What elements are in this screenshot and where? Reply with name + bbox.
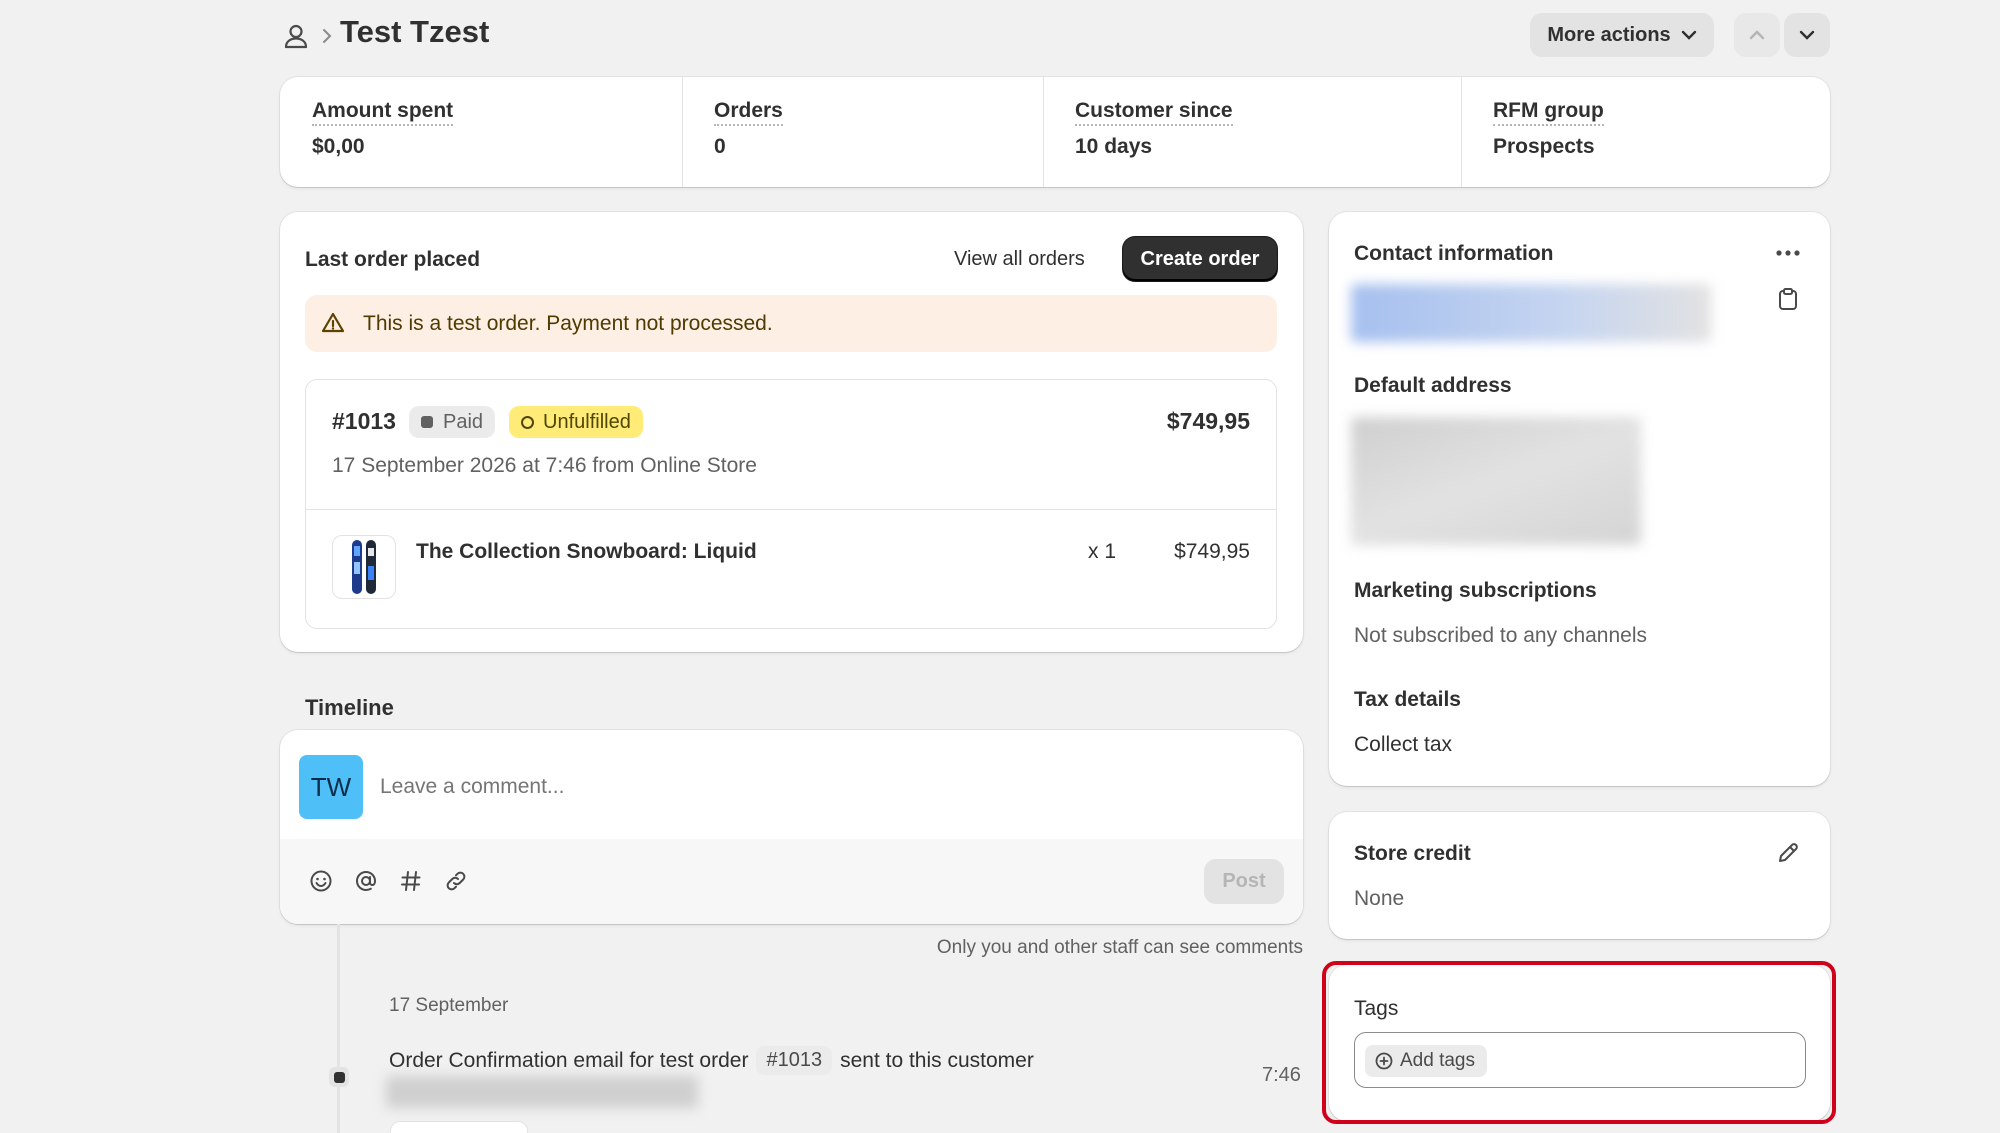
order-total: $749,95 <box>1166 408 1250 434</box>
divider <box>306 509 1276 510</box>
chevron-up-icon <box>1749 30 1765 40</box>
stat-value: Prospects <box>1493 135 1595 158</box>
avatar: TW <box>299 755 363 819</box>
more-options-icon[interactable] <box>1773 238 1803 268</box>
event-text-suffix: sent to this customer <box>840 1048 1034 1072</box>
stat-label[interactable]: Orders <box>714 99 783 126</box>
emoji-icon[interactable] <box>306 866 336 896</box>
redacted-email <box>386 1076 698 1108</box>
previous-customer-button[interactable] <box>1734 13 1780 57</box>
stat-label[interactable]: Customer since <box>1075 99 1233 126</box>
warning-text: This is a test order. Payment not proces… <box>363 312 773 335</box>
marketing-subscriptions-value: Not subscribed to any channels <box>1354 624 1648 647</box>
redacted-address-block <box>1351 417 1641 545</box>
post-label: Post <box>1222 870 1266 892</box>
unfulfilled-status-badge: Unfulfilled <box>509 406 643 438</box>
unfulfilled-circle-icon <box>521 415 534 429</box>
stat-rfm-group: RFM group Prospects <box>1461 77 1830 187</box>
contact-information-card: Contact information Default address Mark… <box>1329 212 1830 786</box>
dot-icon <box>333 1071 345 1083</box>
product-price: $749,95 <box>1174 540 1250 563</box>
last-order-title: Last order placed <box>305 248 481 271</box>
order-number[interactable]: #1013 <box>332 408 396 435</box>
contact-title: Contact information <box>1354 242 1554 265</box>
more-actions-label: More actions <box>1547 23 1671 46</box>
create-order-button[interactable]: Create order <box>1123 237 1277 281</box>
timeline-event-expander[interactable] <box>390 1121 528 1133</box>
last-order-card: Last order placed View all orders Create… <box>280 212 1303 652</box>
stat-orders: Orders 0 <box>682 77 1043 187</box>
stat-value: 10 days <box>1075 135 1153 158</box>
edit-pencil-icon[interactable] <box>1773 838 1803 868</box>
order-meta: 17 September 2026 at 7:46 from Online St… <box>332 454 757 477</box>
comment-input[interactable] <box>380 762 1260 812</box>
product-name[interactable]: The Collection Snowboard: Liquid <box>416 540 757 564</box>
hashtag-icon[interactable] <box>396 866 426 896</box>
timeline-event-dot <box>329 1067 349 1087</box>
breadcrumb-chevron-icon <box>318 26 336 46</box>
order-summary-box[interactable]: #1013 Paid Unfulfilled $749,95 17 Septem… <box>305 379 1277 629</box>
page-title: Test Tzest <box>340 14 490 49</box>
stat-amount-spent: Amount spent $0,00 <box>280 77 682 187</box>
snowboard-image-icon <box>352 540 376 594</box>
store-credit-value: None <box>1354 887 1405 910</box>
unfulfilled-label: Unfulfilled <box>543 410 631 433</box>
stat-label[interactable]: Amount spent <box>312 99 454 126</box>
timeline-line <box>337 924 340 1133</box>
tax-details-value: Collect tax <box>1354 733 1453 756</box>
staff-visibility-note: Only you and other staff can see comment… <box>936 937 1303 958</box>
more-actions-button[interactable]: More actions <box>1530 13 1714 57</box>
paid-status-badge: Paid <box>409 406 496 438</box>
default-address-title: Default address <box>1354 374 1512 397</box>
chevron-down-icon <box>1681 30 1696 40</box>
comment-composer-card: TW Post <box>280 730 1303 924</box>
avatar-initials: TW <box>310 771 352 802</box>
stat-value: $0,00 <box>312 135 365 158</box>
store-credit-card: Store credit None <box>1329 812 1830 939</box>
post-button[interactable]: Post <box>1204 859 1284 904</box>
marketing-subscriptions-title: Marketing subscriptions <box>1354 579 1597 602</box>
stat-customer-since: Customer since 10 days <box>1043 77 1461 187</box>
create-order-label: Create order <box>1140 247 1260 270</box>
timeline-event: Order Confirmation email for test order … <box>389 1046 1034 1075</box>
stat-label[interactable]: RFM group <box>1493 99 1604 126</box>
highlight-box <box>1322 961 1836 1124</box>
chevron-down-icon <box>1799 30 1815 40</box>
test-order-warning-banner: This is a test order. Payment not proces… <box>305 295 1277 352</box>
mention-icon[interactable] <box>351 866 381 896</box>
warning-icon <box>319 309 347 337</box>
redacted-email-block <box>1351 284 1711 342</box>
customer-stats-card: Amount spent $0,00 Orders 0 Customer sin… <box>280 77 1830 187</box>
event-time: 7:46 <box>1262 1064 1301 1086</box>
tax-details-title: Tax details <box>1354 688 1461 711</box>
paid-label: Paid <box>443 410 484 433</box>
copy-clipboard-icon[interactable] <box>1773 284 1803 314</box>
stat-value: 0 <box>714 135 726 158</box>
link-icon[interactable] <box>441 866 471 896</box>
timeline-title: Timeline <box>305 695 394 720</box>
timeline-date: 17 September <box>389 995 509 1016</box>
store-credit-title: Store credit <box>1354 842 1471 865</box>
comment-toolbar: Post <box>280 839 1303 924</box>
paid-dot-icon <box>421 416 433 428</box>
next-customer-button[interactable] <box>1784 13 1830 57</box>
order-reference-tag[interactable]: #1013 <box>756 1046 833 1075</box>
view-all-orders-link[interactable]: View all orders <box>954 248 1085 271</box>
product-quantity: x 1 <box>1088 540 1117 563</box>
customer-person-icon <box>282 22 310 50</box>
product-thumbnail <box>332 535 396 599</box>
event-text-prefix: Order Confirmation email for test order <box>389 1048 749 1072</box>
